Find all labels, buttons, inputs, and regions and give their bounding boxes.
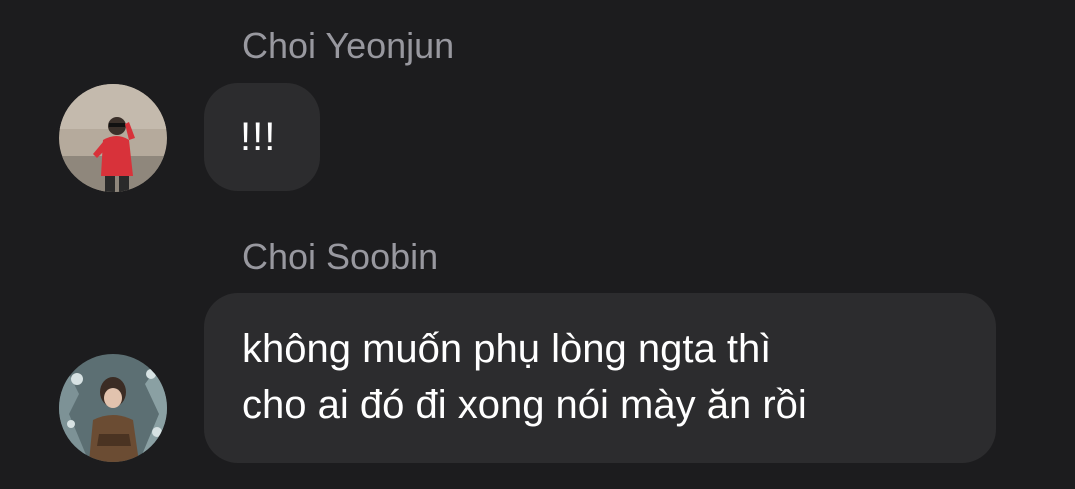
sender-name: Choi Soobin	[242, 236, 439, 277]
avatar[interactable]	[59, 354, 167, 462]
message-text-line: cho ai đó đi xong nói mày ăn rồi	[242, 383, 807, 427]
message-text-line: không muốn phụ lòng ngta thì	[242, 327, 772, 371]
user-avatar-icon	[59, 354, 167, 462]
message-bubble[interactable]: không muốn phụ lòng ngta thì cho ai đó đ…	[204, 293, 996, 463]
avatar[interactable]	[59, 84, 167, 192]
message-bubble[interactable]: !!!	[204, 83, 320, 191]
sender-name: Choi Yeonjun	[242, 25, 455, 66]
message-text: !!!	[240, 115, 277, 159]
user-avatar-icon	[59, 84, 167, 192]
